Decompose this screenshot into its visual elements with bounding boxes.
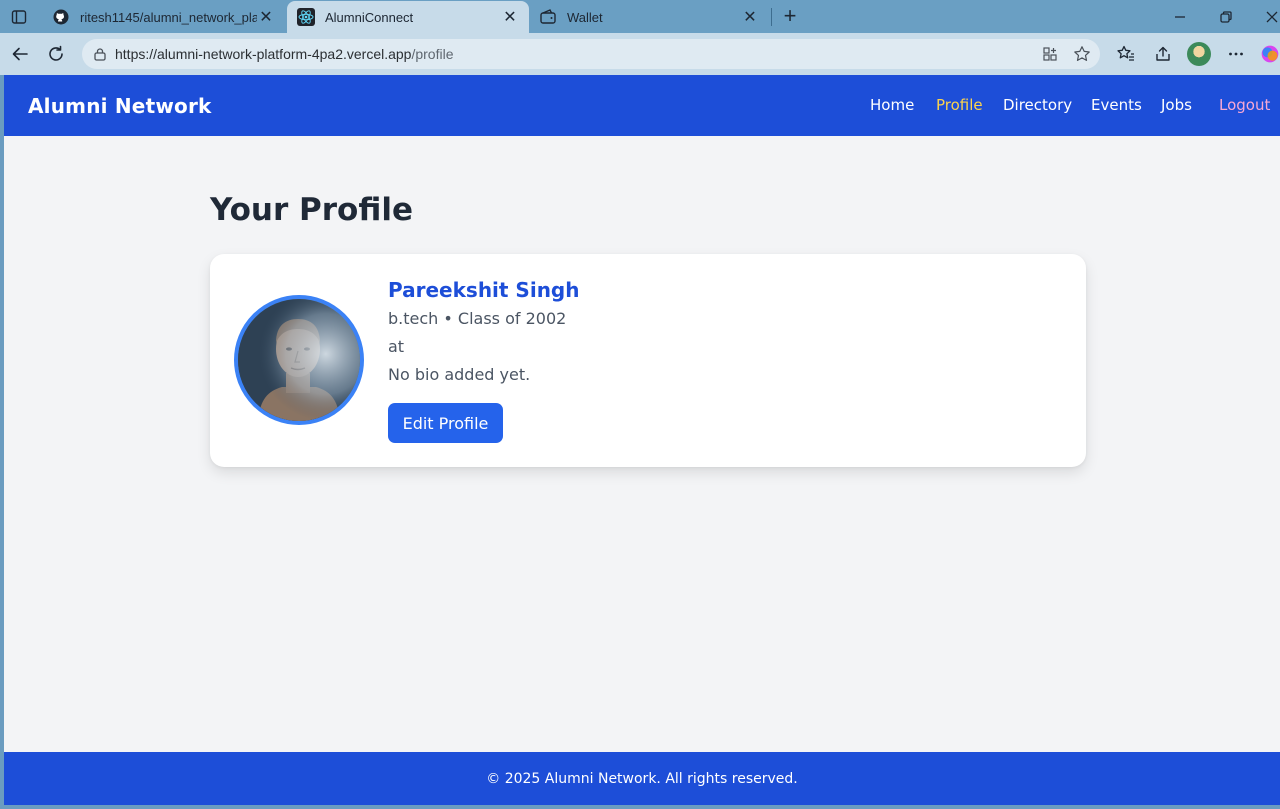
url-host: https://alumni-network-platform-4pa2.ver… xyxy=(115,46,412,62)
edit-profile-button[interactable]: Edit Profile xyxy=(388,403,503,443)
close-tab-icon[interactable]: ✕ xyxy=(741,8,759,26)
tab-title: ritesh1145/alumni_network_platfo xyxy=(80,9,257,25)
tab-alumniconnect[interactable]: AlumniConnect ✕ xyxy=(287,1,529,33)
url-text: https://alumni-network-platform-4pa2.ver… xyxy=(115,46,454,62)
favorites-icon[interactable] xyxy=(1114,42,1138,66)
page-title: Your Profile xyxy=(210,192,413,228)
app-available-icon[interactable] xyxy=(1040,44,1060,64)
tab-title: Wallet xyxy=(567,9,603,25)
close-window-icon[interactable] xyxy=(1260,6,1280,28)
footer-copyright: © 2025 Alumni Network. All rights reserv… xyxy=(486,770,798,787)
nav-profile[interactable]: Profile xyxy=(936,96,983,114)
profile-bio: No bio added yet. xyxy=(388,365,531,384)
close-tab-icon[interactable]: ✕ xyxy=(501,8,519,26)
minimize-icon[interactable] xyxy=(1168,6,1192,28)
more-options-icon[interactable] xyxy=(1224,42,1248,66)
profile-card: Pareekshit Singh b.tech • Class of 2002 … xyxy=(210,254,1086,467)
tab-wallet[interactable]: Wallet ✕ xyxy=(529,1,769,33)
browser-tab-bar: ritesh1145/alumni_network_platfo ✕ Alumn… xyxy=(0,0,1280,33)
refresh-icon[interactable] xyxy=(44,42,68,66)
restore-icon[interactable] xyxy=(1214,6,1238,28)
nav-home[interactable]: Home xyxy=(870,96,914,114)
profile-degree: b.tech • Class of 2002 xyxy=(388,309,567,328)
back-arrow-icon[interactable] xyxy=(8,42,32,66)
close-tab-icon[interactable]: ✕ xyxy=(257,8,275,26)
address-bar[interactable]: https://alumni-network-platform-4pa2.ver… xyxy=(82,39,1100,69)
nav-jobs[interactable]: Jobs xyxy=(1161,96,1192,114)
wallet-icon xyxy=(539,8,557,26)
site-footer: © 2025 Alumni Network. All rights reserv… xyxy=(4,752,1280,805)
nav-logout[interactable]: Logout xyxy=(1219,96,1270,114)
profile-name: Pareekshit Singh xyxy=(388,278,580,302)
profile-photo xyxy=(234,295,364,425)
site-header: Alumni Network Home Profile Directory Ev… xyxy=(4,75,1280,136)
page-viewport: Alumni Network Home Profile Directory Ev… xyxy=(4,75,1280,805)
new-tab-icon[interactable]: + xyxy=(778,3,802,28)
tab-divider xyxy=(771,8,772,26)
url-path: /profile xyxy=(411,46,454,62)
favorite-star-icon[interactable] xyxy=(1072,44,1092,64)
user-avatar-icon[interactable] xyxy=(1187,42,1211,66)
nav-events[interactable]: Events xyxy=(1091,96,1142,114)
site-brand[interactable]: Alumni Network xyxy=(28,94,212,118)
share-icon[interactable] xyxy=(1151,42,1175,66)
tab-actions-icon[interactable] xyxy=(8,6,30,28)
browser-toolbar: https://alumni-network-platform-4pa2.ver… xyxy=(0,33,1280,75)
tab-github[interactable]: ritesh1145/alumni_network_platfo ✕ xyxy=(42,1,285,33)
tab-title: AlumniConnect xyxy=(325,9,414,25)
site-info-icon[interactable] xyxy=(90,44,110,64)
profile-company: at xyxy=(388,337,405,356)
react-icon xyxy=(297,8,315,26)
nav-directory[interactable]: Directory xyxy=(1003,96,1072,114)
github-icon xyxy=(52,8,70,26)
copilot-icon[interactable] xyxy=(1260,42,1280,66)
